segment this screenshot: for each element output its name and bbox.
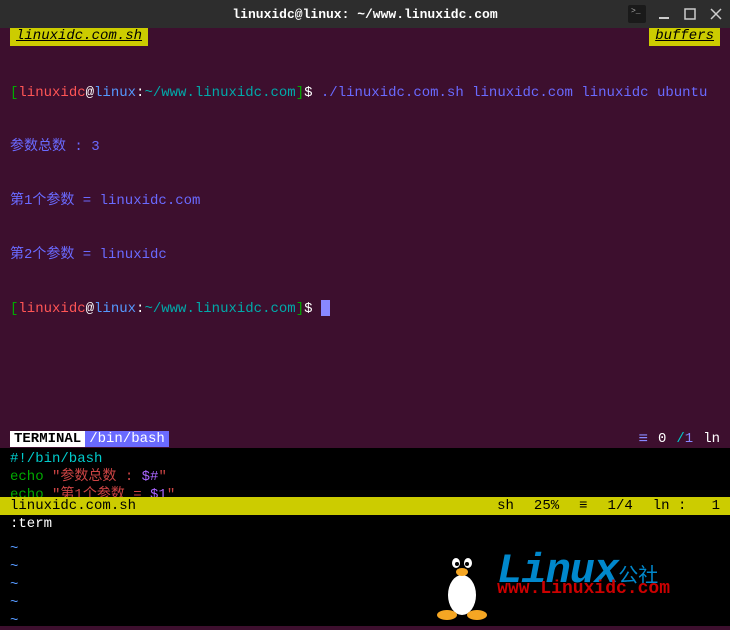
tab-buffers[interactable]: buffers (649, 28, 720, 46)
cursor (321, 300, 330, 316)
pane-divider: TERMINAL /bin/bash ≡ 0 /1 ln (0, 430, 730, 448)
terminal-mode-label: TERMINAL (10, 431, 85, 447)
status-ratio: 1/4 (608, 498, 633, 514)
terminal-icon (628, 5, 646, 23)
terminal-output-1: 参数总数 : 3 (10, 138, 720, 156)
window-title: linuxidc@linux: ~/www.linuxidc.com (232, 7, 497, 22)
divider-info: ≡ 0 /1 ln (638, 430, 720, 448)
tab-bar: linuxidc.com.sh buffers (0, 28, 730, 46)
command-text: :term (10, 516, 52, 532)
terminal-output-3: 第2个参数 = linuxidc (10, 246, 720, 264)
terminal-line-prompt: [linuxidc@linux:~/www.linuxidc.com]$ (10, 300, 720, 318)
editor-pane[interactable]: #!/bin/bash echo "参数总数 : $#" echo "第1个参数… (0, 448, 730, 626)
terminal-output-pane[interactable]: [linuxidc@linux:~/www.linuxidc.com]$ ./l… (0, 46, 730, 338)
ln-label: ln (703, 431, 720, 447)
status-line-num: 1 (712, 498, 720, 514)
editor-line-shebang: #!/bin/bash (10, 450, 720, 468)
watermark-text: Linux公社 www.Linuxidc.com (497, 562, 670, 598)
pos-current: 0 (658, 431, 666, 447)
editor-line-1: echo "参数总数 : $#" (10, 468, 720, 486)
status-filename: linuxidc.com.sh (10, 498, 136, 514)
command-line[interactable]: :term (0, 515, 730, 533)
status-percent: 25% (534, 498, 559, 514)
titlebar: linuxidc@linux: ~/www.linuxidc.com (0, 0, 730, 28)
hamburger-icon: ≡ (638, 430, 648, 448)
shell-path: /bin/bash (85, 431, 169, 447)
status-filetype: sh (497, 498, 514, 514)
status-bar: linuxidc.com.sh sh 25% ≡ 1/4 ln : 1 (0, 497, 730, 515)
minimize-icon[interactable] (656, 6, 672, 22)
maximize-icon[interactable] (682, 6, 698, 22)
terminal-line-cmd: [linuxidc@linux:~/www.linuxidc.com]$ ./l… (10, 84, 720, 102)
close-icon[interactable] (708, 6, 724, 22)
terminal-output-2: 第1个参数 = linuxidc.com (10, 192, 720, 210)
tab-file[interactable]: linuxidc.com.sh (10, 28, 148, 46)
watermark-logo: Linux公社 www.Linuxidc.com (427, 540, 670, 620)
window-controls (628, 5, 724, 23)
penguin-icon (427, 540, 497, 620)
